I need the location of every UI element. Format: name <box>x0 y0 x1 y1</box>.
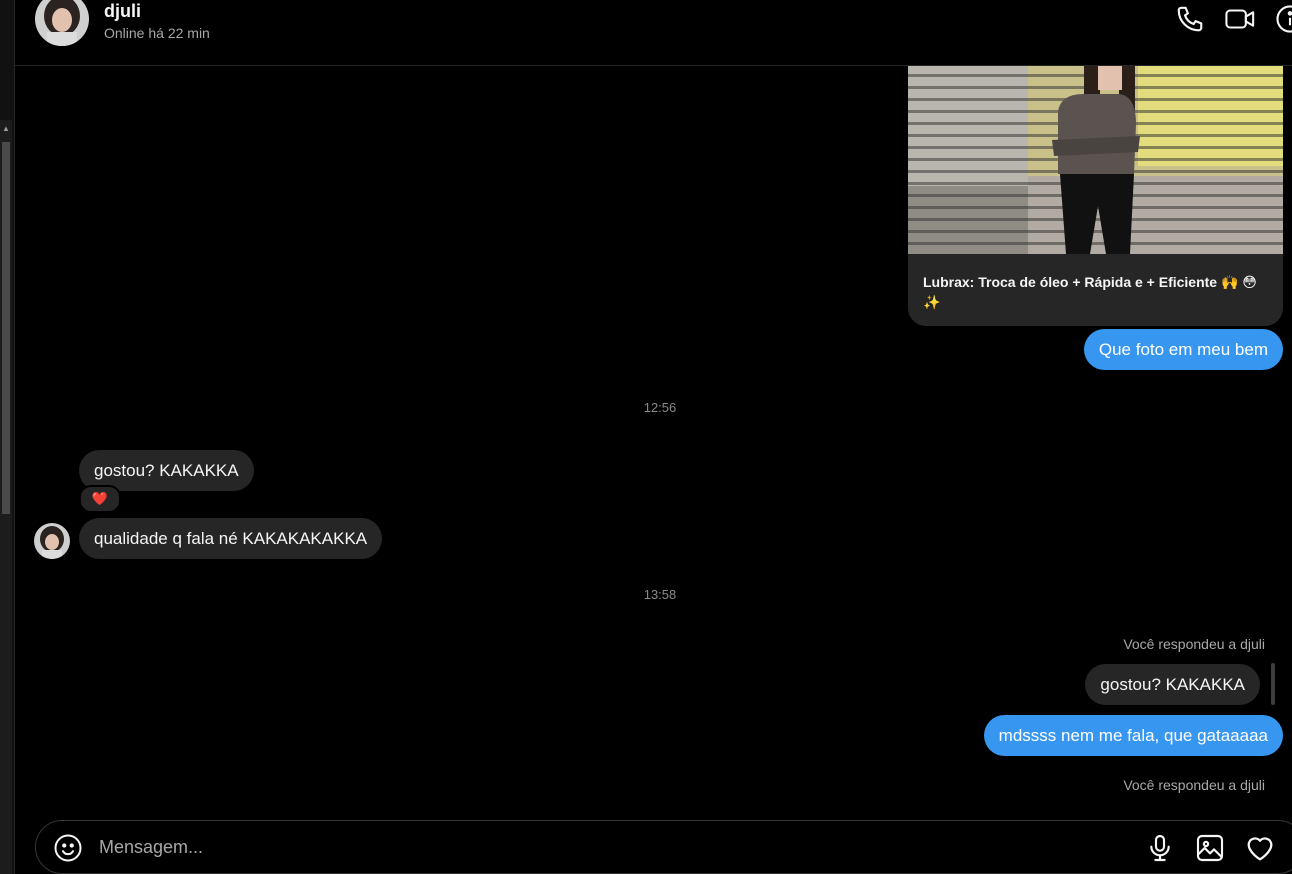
info-icon[interactable] <box>1275 4 1292 34</box>
message-input[interactable] <box>99 834 999 860</box>
scroll-up-arrow-icon[interactable]: ▲ <box>1 122 11 136</box>
microphone-icon[interactable] <box>1144 832 1176 864</box>
timestamp-separator: 13:58 <box>643 587 677 602</box>
message-composer <box>35 820 1292 874</box>
contact-status: Online há 22 min <box>104 25 210 41</box>
shared-post-caption: Lubrax: Troca de óleo + Rápida e + Efici… <box>923 274 1257 310</box>
reply-note: Você respondeu a djuli <box>1123 777 1265 793</box>
sender-avatar[interactable] <box>34 523 70 559</box>
quoted-message[interactable]: gostou? KAKAKKA <box>1085 664 1260 705</box>
contact-avatar[interactable] <box>35 0 89 46</box>
shared-post-card[interactable]: Lubrax: Troca de óleo + Rápida e + Efici… <box>908 66 1283 326</box>
scrollbar-thumb[interactable] <box>2 142 10 514</box>
chat-header: djuli Online há 22 min <box>15 0 1292 66</box>
outgoing-message[interactable]: Que foto em meu bem <box>1083 329 1283 370</box>
image-icon[interactable] <box>1194 832 1226 864</box>
emoji-icon[interactable] <box>53 833 83 863</box>
message-list[interactable]: Lubrax: Troca de óleo + Rápida e + Efici… <box>15 66 1292 816</box>
timestamp-separator: 12:56 <box>643 400 677 415</box>
reply-note: Você respondeu a djuli <box>1123 636 1265 652</box>
video-call-icon[interactable] <box>1224 4 1258 34</box>
shared-post-image[interactable] <box>908 66 1283 254</box>
incoming-message[interactable]: qualidade q fala né KAKAKAKAKKA <box>79 518 383 559</box>
reply-indicator-bar <box>1271 663 1275 705</box>
heart-reaction-icon[interactable]: ❤️ <box>79 485 121 513</box>
phone-icon[interactable] <box>1175 4 1205 34</box>
heart-icon[interactable] <box>1244 832 1276 864</box>
outgoing-message[interactable]: mdssss nem me fala, que gataaaaa <box>983 715 1283 756</box>
contact-name[interactable]: djuli <box>104 1 141 22</box>
